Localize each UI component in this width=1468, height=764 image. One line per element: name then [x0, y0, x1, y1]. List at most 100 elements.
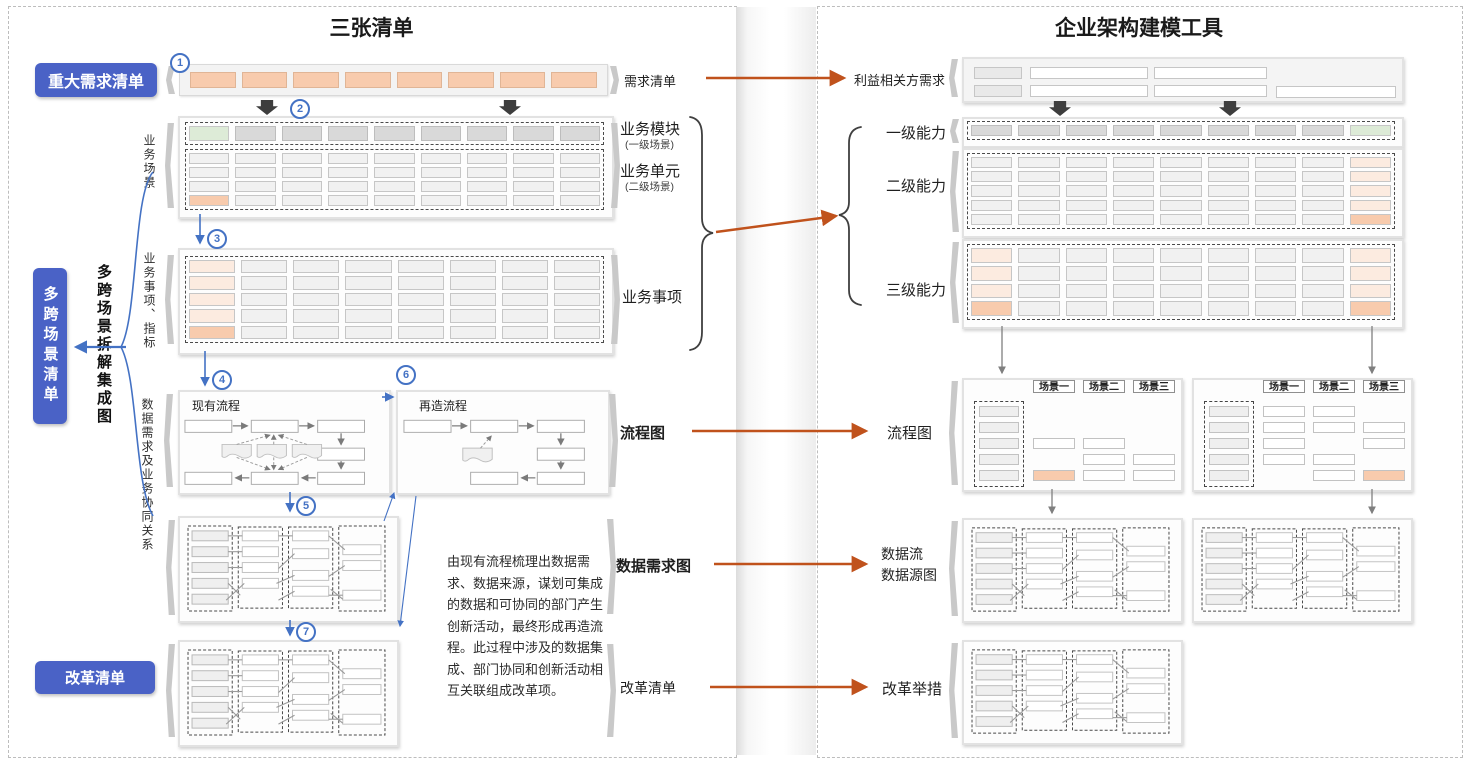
cell — [467, 167, 507, 178]
cell — [1350, 214, 1391, 225]
business-items-label: 业务事项 — [622, 286, 682, 307]
cell — [1066, 125, 1107, 136]
cell — [1066, 284, 1107, 299]
scene-column-header: 场景二 — [1083, 380, 1125, 393]
business-unit-grid — [185, 149, 604, 210]
cell — [374, 126, 414, 141]
cell — [1113, 200, 1154, 211]
cell — [189, 276, 235, 289]
cell — [293, 260, 339, 273]
cell — [398, 309, 444, 322]
cell — [560, 153, 600, 164]
reengineered-process-flowchart — [402, 411, 604, 489]
cell — [1113, 266, 1154, 281]
cell — [1018, 248, 1059, 263]
cell — [241, 309, 287, 322]
cell — [421, 153, 461, 164]
cell — [189, 293, 235, 306]
cell — [1018, 185, 1059, 196]
cell — [189, 195, 229, 206]
cell — [450, 293, 496, 306]
cell — [554, 293, 600, 306]
existing-process-flowchart — [183, 411, 384, 489]
cell — [1350, 266, 1391, 281]
cell — [1276, 86, 1396, 98]
flow-diagram-label-left: 流程图 — [620, 422, 665, 443]
cell — [450, 260, 496, 273]
cell — [1350, 248, 1391, 263]
data-requirement-label: 数据需求图 — [616, 555, 691, 576]
cell — [1154, 67, 1267, 79]
cell — [971, 301, 1012, 316]
diagram-canvas: 三张清单 企业架构建模工具 重大需求清单 1 需求清单 2 业务场景 业务模块 … — [0, 0, 1468, 764]
cell — [1208, 125, 1249, 136]
cell — [1302, 266, 1343, 281]
cell — [560, 167, 600, 178]
multi-cross-scene-note: 多跨场景拆解集成图 — [93, 264, 114, 426]
cell — [560, 126, 600, 141]
reengineered-process-graphic — [402, 411, 604, 489]
cell — [1113, 301, 1154, 316]
reform-measures-label: 改革举措 — [882, 678, 942, 699]
cell — [1066, 200, 1107, 211]
reform-list-matrix — [184, 646, 391, 739]
cell — [1160, 185, 1201, 196]
cell — [1313, 422, 1355, 433]
cell — [328, 126, 368, 141]
business-scene-side-label: 业务场景 — [141, 134, 158, 190]
cell — [554, 276, 600, 289]
cell — [1302, 185, 1343, 196]
cell — [1018, 125, 1059, 136]
cell — [448, 72, 494, 88]
cell — [1302, 125, 1343, 136]
cell — [513, 126, 553, 141]
capability-l2-label: 二级能力 — [886, 175, 946, 196]
cell — [1302, 284, 1343, 299]
cell — [560, 181, 600, 192]
cell — [971, 214, 1012, 225]
req-list-label: 需求清单 — [624, 71, 676, 90]
cell — [282, 181, 322, 192]
capability-l1-grid — [967, 121, 1395, 140]
cell — [1209, 470, 1249, 481]
step-6-badge: 6 — [396, 365, 416, 385]
cell — [189, 181, 229, 192]
cell — [1133, 454, 1175, 465]
cell — [513, 153, 553, 164]
dataflow-box-2 — [1192, 518, 1413, 623]
cell — [1160, 157, 1201, 168]
cell — [971, 266, 1012, 281]
cell — [1209, 454, 1249, 465]
business-unit-label: 业务单元 — [620, 160, 680, 181]
cell — [554, 260, 600, 273]
cell — [979, 422, 1019, 433]
cell — [1018, 157, 1059, 168]
cell — [500, 72, 546, 88]
step-7-badge: 7 — [296, 622, 316, 642]
panel-gap-shading — [736, 7, 816, 755]
cell — [345, 293, 391, 306]
cell — [345, 276, 391, 289]
cell — [1350, 185, 1391, 196]
cell — [1113, 171, 1154, 182]
cell — [398, 326, 444, 339]
cell — [398, 260, 444, 273]
cell — [554, 309, 600, 322]
cell — [189, 309, 235, 322]
cell — [467, 195, 507, 206]
cell — [374, 195, 414, 206]
data-requirement-box — [178, 516, 399, 623]
cell — [554, 326, 600, 339]
cell — [1018, 284, 1059, 299]
cell — [1263, 454, 1305, 465]
cell — [1302, 301, 1343, 316]
data-matrix-graphic — [1198, 524, 1405, 615]
cell — [502, 293, 548, 306]
reform-measures-matrix — [968, 646, 1175, 737]
step-2-badge: 2 — [290, 99, 310, 119]
cell — [1160, 214, 1201, 225]
cell — [1350, 125, 1391, 136]
left-panel-title: 三张清单 — [8, 12, 735, 42]
dataflow-label: 数据流 数据源图 — [881, 544, 937, 586]
data-matrix-graphic — [968, 646, 1175, 737]
